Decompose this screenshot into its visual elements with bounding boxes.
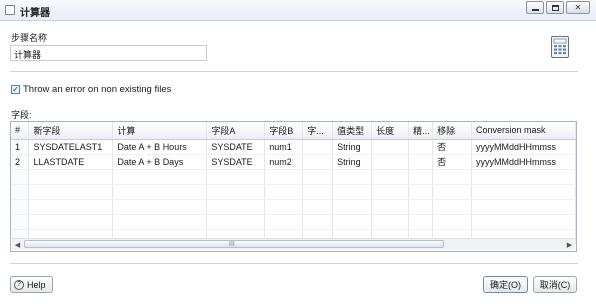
ok-button[interactable]: 确定(O) bbox=[483, 276, 528, 293]
cell-calculation[interactable]: Date A + B Days bbox=[112, 154, 208, 170]
cell-length[interactable] bbox=[371, 139, 410, 155]
col-header-remove[interactable]: 移除 bbox=[432, 122, 472, 140]
cell-new-field[interactable]: SYSDATELAST1 bbox=[28, 139, 114, 155]
maximize-icon bbox=[551, 4, 559, 11]
cell-field-b[interactable]: num1 bbox=[264, 139, 304, 155]
scroll-left-icon[interactable]: ◀ bbox=[12, 239, 23, 250]
cell-field-c[interactable] bbox=[302, 154, 334, 170]
step-name-label: 步骤名称 bbox=[11, 33, 48, 43]
col-header-field-b[interactable]: 字段B bbox=[264, 122, 304, 140]
cell-conversion-mask[interactable]: yyyyMMddHHmmss bbox=[471, 154, 576, 170]
col-header-field-a[interactable]: 字段A bbox=[206, 122, 266, 140]
fields-table[interactable]: # 新字段 计算 字段A 字段B 字... 值类型 长度 精... 移除 Con… bbox=[10, 121, 577, 252]
calculator-icon bbox=[551, 36, 569, 58]
close-icon: ✕ bbox=[574, 3, 582, 12]
cell-field-a[interactable]: SYSDATE bbox=[206, 154, 266, 170]
close-button[interactable]: ✕ bbox=[566, 1, 590, 14]
table-row[interactable]: 2 LLASTDATE Date A + B Days SYSDATE num2… bbox=[11, 154, 576, 170]
scrollbar-grip: III bbox=[229, 241, 235, 248]
minimize-button[interactable] bbox=[526, 1, 544, 14]
empty-row bbox=[11, 214, 576, 230]
fields-label: 字段: bbox=[11, 110, 32, 120]
table-row[interactable]: 1 SYSDATELAST1 Date A + B Hours SYSDATE … bbox=[11, 139, 576, 155]
col-header-new-field[interactable]: 新字段 bbox=[28, 122, 114, 140]
col-header-conversion-mask[interactable]: Conversion mask bbox=[471, 122, 576, 140]
minimize-icon bbox=[531, 9, 539, 11]
cell-precision[interactable] bbox=[408, 139, 434, 155]
window-icon bbox=[5, 5, 15, 15]
col-header-calculation[interactable]: 计算 bbox=[112, 122, 208, 140]
empty-row bbox=[11, 169, 576, 185]
col-header-field-c[interactable]: 字... bbox=[302, 122, 334, 140]
throw-error-label: Throw an error on non existing files bbox=[23, 84, 172, 95]
cell-remove[interactable]: 否 bbox=[432, 154, 472, 170]
cell-field-b[interactable]: num2 bbox=[264, 154, 304, 170]
divider-bottom bbox=[10, 263, 578, 264]
cell-new-field[interactable]: LLASTDATE bbox=[28, 154, 114, 170]
cell-precision[interactable] bbox=[408, 154, 434, 170]
window-title: 计算器 bbox=[20, 8, 50, 19]
col-header-precision[interactable]: 精... bbox=[408, 122, 434, 140]
help-icon: ? bbox=[14, 279, 24, 290]
cell-conversion-mask[interactable]: yyyyMMddHHmmss bbox=[471, 139, 576, 155]
row-index: 1 bbox=[11, 139, 30, 155]
checkmark-icon: ✓ bbox=[11, 84, 20, 94]
col-header-value-type[interactable]: 值类型 bbox=[332, 122, 373, 140]
step-name-input[interactable]: 计算器 bbox=[10, 45, 207, 61]
throw-error-checkbox[interactable]: ✓ Throw an error on non existing files bbox=[11, 84, 171, 95]
title-bar: 计算器 ✕ bbox=[0, 0, 596, 21]
horizontal-scrollbar[interactable]: ◀ III ▶ bbox=[12, 238, 575, 250]
divider-top bbox=[10, 71, 578, 72]
maximize-button[interactable] bbox=[546, 1, 564, 14]
cell-value-type[interactable]: String bbox=[332, 139, 373, 155]
help-label: Help bbox=[27, 279, 46, 290]
empty-row bbox=[11, 184, 576, 200]
cell-remove[interactable]: 否 bbox=[432, 139, 472, 155]
row-index: 2 bbox=[11, 154, 30, 170]
col-header-index[interactable]: # bbox=[11, 122, 30, 140]
cell-value-type[interactable]: String bbox=[332, 154, 373, 170]
cell-field-c[interactable] bbox=[302, 139, 334, 155]
cell-length[interactable] bbox=[371, 154, 410, 170]
help-button[interactable]: ? Help bbox=[10, 276, 53, 293]
scroll-right-icon[interactable]: ▶ bbox=[564, 239, 575, 250]
cell-field-a[interactable]: SYSDATE bbox=[206, 139, 266, 155]
scrollbar-thumb[interactable]: III bbox=[24, 240, 444, 248]
cancel-button[interactable]: 取消(C) bbox=[533, 276, 577, 293]
empty-row bbox=[11, 199, 576, 215]
cell-calculation[interactable]: Date A + B Hours bbox=[112, 139, 208, 155]
col-header-length[interactable]: 长度 bbox=[371, 122, 410, 140]
